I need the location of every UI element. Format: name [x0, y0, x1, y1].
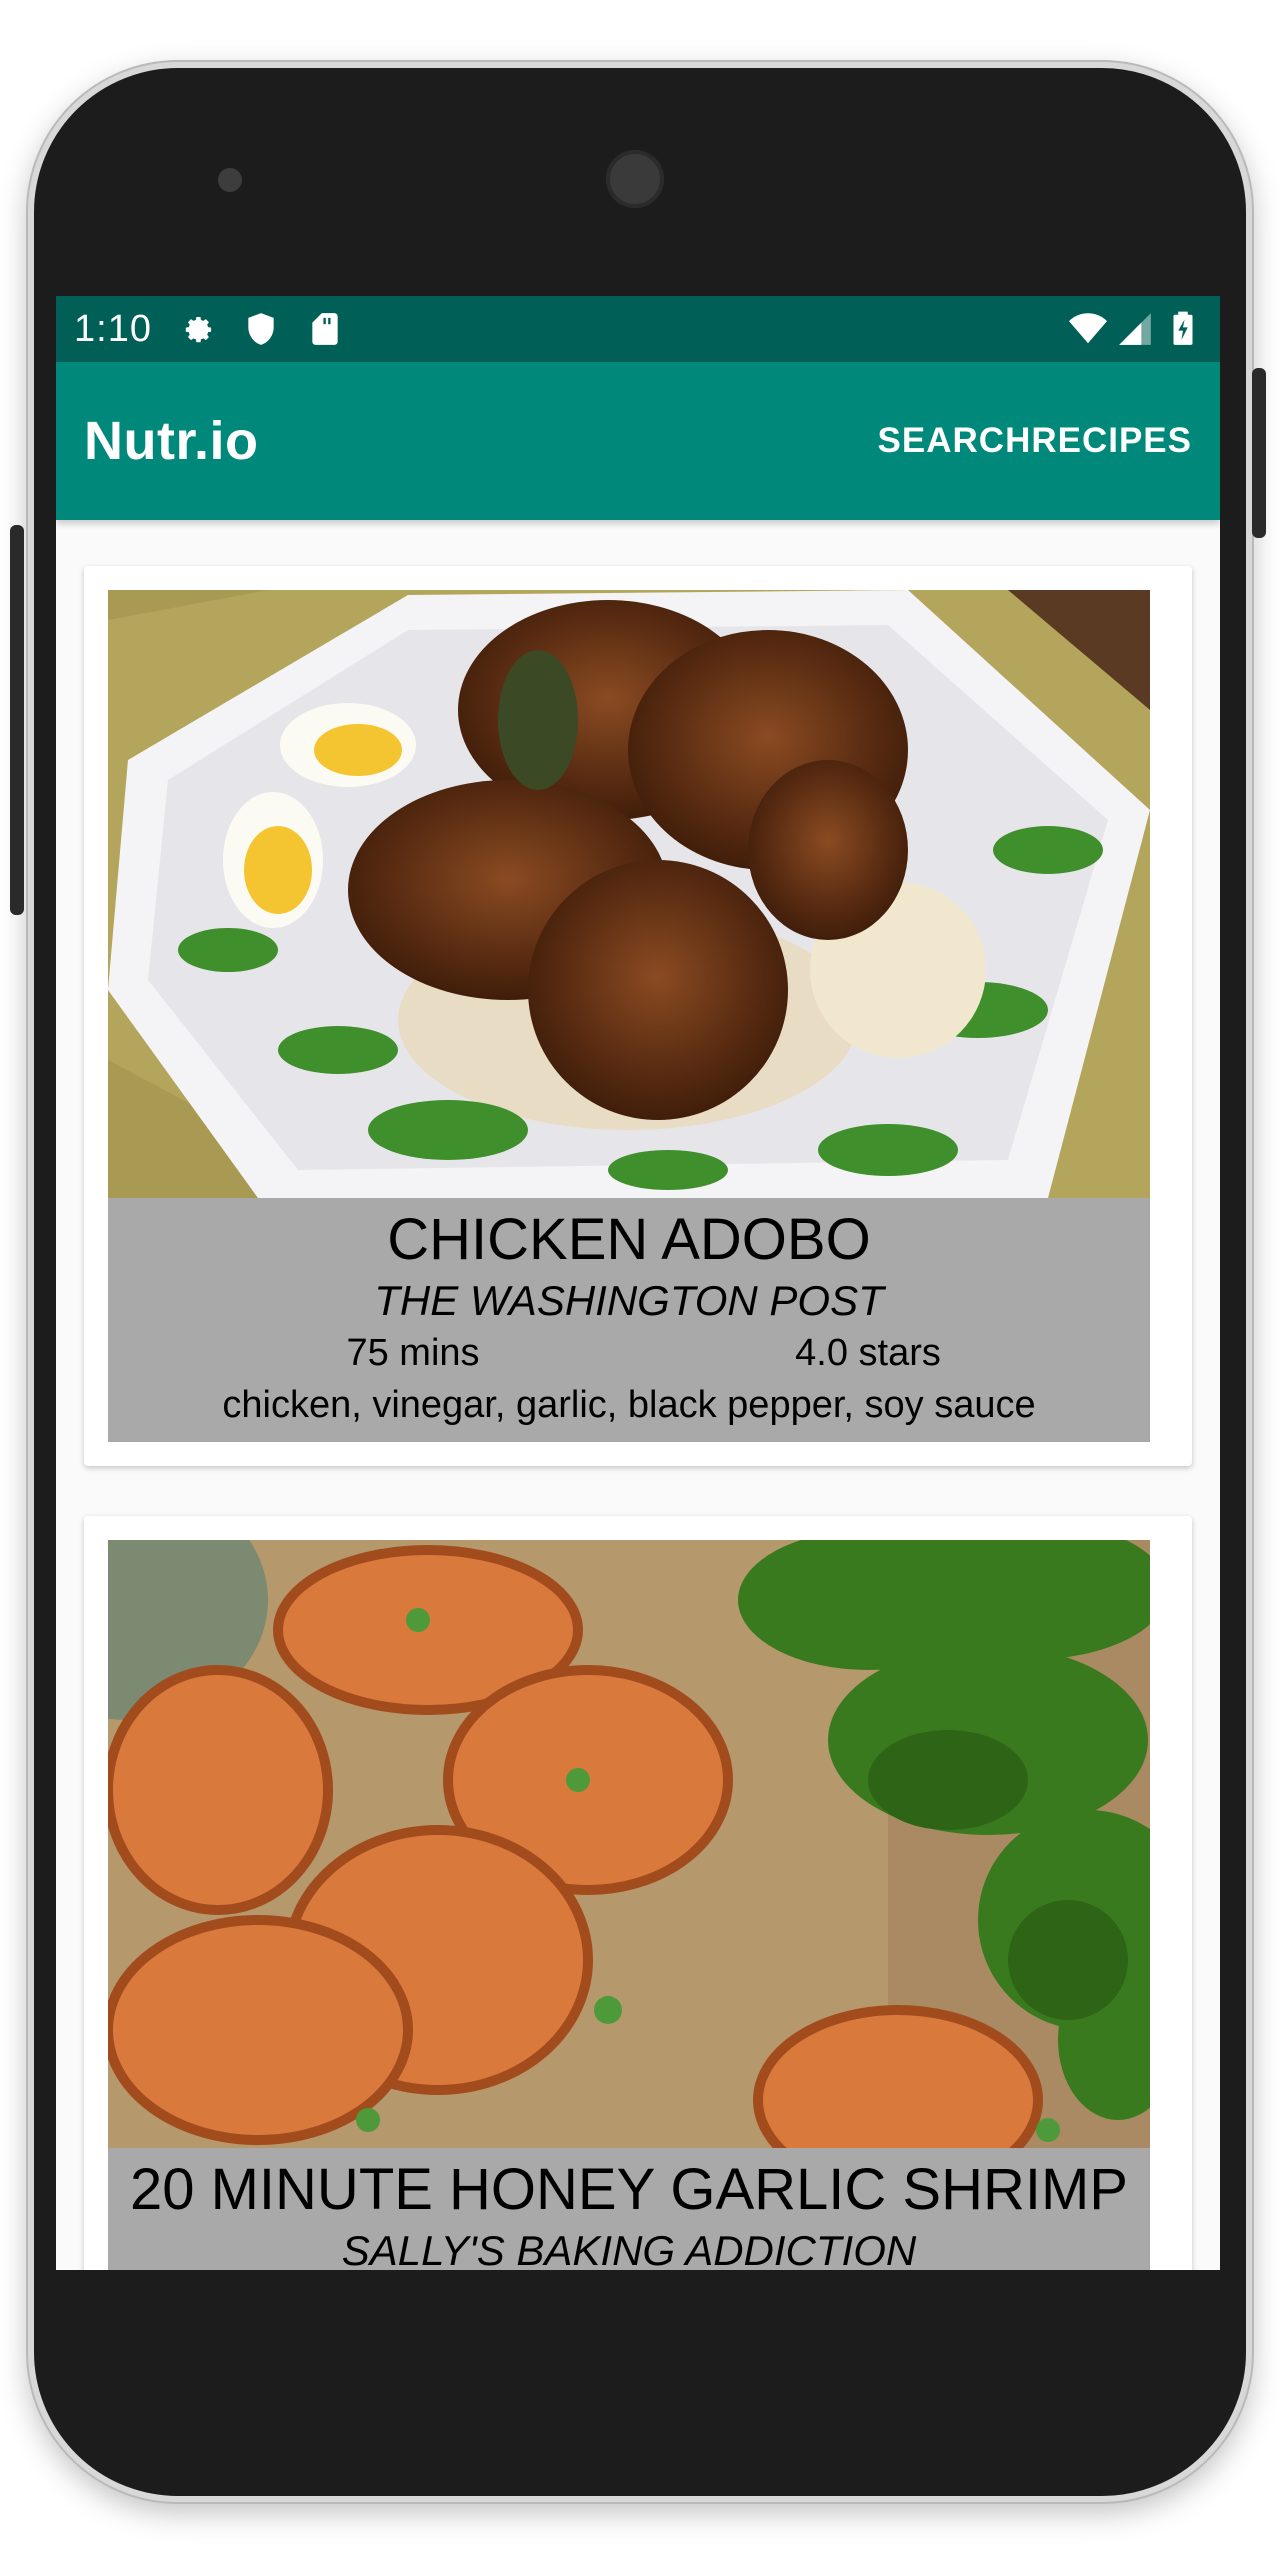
app-bar: Nutr.io SEARCHRECIPES [56, 362, 1220, 520]
shield-icon [242, 310, 280, 348]
recipe-info: 20 MINUTE HONEY GARLIC SHRIMP SALLY'S BA… [108, 2148, 1150, 2270]
recipe-image[interactable] [108, 1540, 1150, 2148]
power-button [1252, 368, 1266, 538]
screen: 1:10 Nutr.io SEARCHRECIPES CHICKEN ADOBO… [56, 296, 1220, 2270]
speaker-dot [218, 168, 242, 192]
recipe-rating: 4.0 stars [795, 1332, 941, 1374]
status-time: 1:10 [74, 307, 152, 350]
app-title: Nutr.io [84, 411, 259, 471]
recipe-ingredients: chicken, vinegar, garlic, black pepper, … [222, 1384, 1036, 1426]
settings-icon [178, 310, 216, 348]
battery-icon [1164, 310, 1202, 348]
recipe-meta: 75 mins 4.0 stars [108, 1328, 1150, 1378]
search-recipes-button[interactable]: SEARCHRECIPES [878, 421, 1192, 461]
status-bar: 1:10 [56, 296, 1220, 362]
recipe-title: CHICKEN ADOBO [387, 1207, 871, 1272]
wifi-icon [1068, 310, 1107, 348]
sd-card-icon [306, 310, 344, 348]
recipe-card[interactable]: 20 MINUTE HONEY GARLIC SHRIMP SALLY'S BA… [84, 1516, 1192, 2270]
recipe-time: 75 mins [346, 1332, 480, 1374]
recipe-title: 20 MINUTE HONEY GARLIC SHRIMP [129, 2157, 1128, 2222]
signal-icon [1116, 310, 1154, 348]
front-camera [606, 150, 664, 208]
recipe-source: THE WASHINGTON POST [374, 1277, 884, 1324]
recipe-card[interactable]: CHICKEN ADOBO THE WASHINGTON POST 75 min… [84, 566, 1192, 1466]
recipe-image[interactable] [108, 590, 1150, 1198]
volume-button [10, 525, 24, 915]
recipe-source: SALLY'S BAKING ADDICTION [341, 2227, 917, 2270]
recipe-info: CHICKEN ADOBO THE WASHINGTON POST 75 min… [108, 1198, 1150, 1442]
status-right-icons [1068, 310, 1202, 348]
